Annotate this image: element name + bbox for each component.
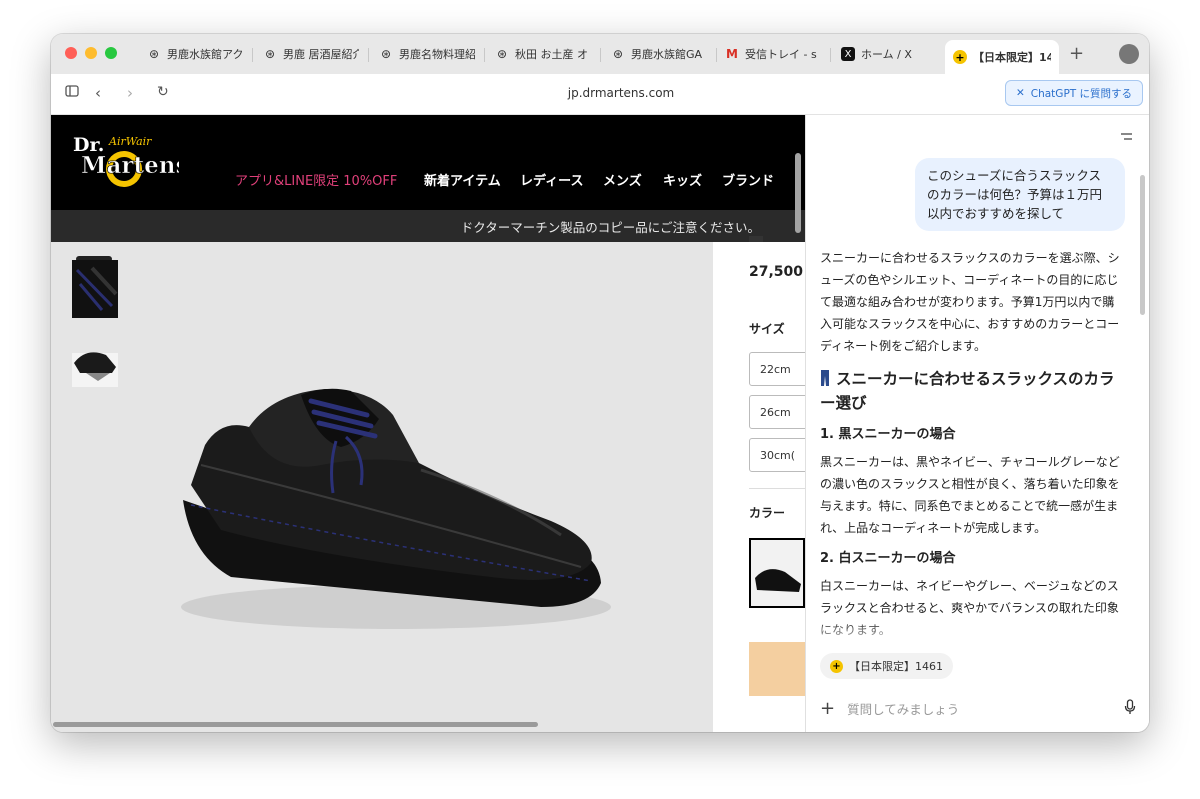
tab-7[interactable]: + 【日本限定】146	[945, 40, 1059, 74]
nav-mens[interactable]: メンズ	[603, 170, 642, 189]
tab-label: 男鹿 居酒屋紹介	[283, 48, 359, 61]
close-window-button[interactable]	[65, 47, 77, 59]
chat-input-placeholder: 質問してみましょう	[847, 701, 960, 717]
product-image	[161, 345, 621, 645]
notice-text: ドクターマーチン製品のコピー品にご注意ください。	[460, 219, 760, 235]
size-option-22[interactable]: 22cm	[749, 352, 805, 386]
ask-chatgpt-button[interactable]: ✕ ChatGPT に質問する	[1005, 80, 1143, 106]
site-header: Dr. AirWair Martens アプリ&LINE限定 10%OFF 新着…	[51, 115, 805, 210]
tab-6[interactable]: X ホーム / X	[833, 40, 937, 68]
color-label: カラー	[749, 506, 786, 520]
context-chip-label: 【日本限定】1461	[849, 660, 943, 673]
sidebar-scrollbar[interactable]	[1140, 175, 1145, 315]
tab-label: 秋田 お土産 オ	[515, 48, 588, 61]
forward-icon[interactable]: ›	[127, 84, 133, 102]
drmartens-icon: +	[953, 50, 967, 64]
thumbnail[interactable]	[72, 260, 118, 318]
openai-icon: ⊛	[148, 47, 160, 61]
jeans-icon	[820, 369, 830, 386]
nav-promo[interactable]: アプリ&LINE限定 10%OFF	[235, 170, 397, 189]
partial-title	[749, 236, 763, 242]
page-context-chip[interactable]: + 【日本限定】1461	[820, 653, 953, 679]
tab-label: 男鹿水族館GA	[631, 48, 703, 61]
product-info-panel: 27,500 サイズ 22cm 26cm 30cm( カラー	[713, 236, 805, 732]
tab-2[interactable]: ⊛ 男鹿名物料理紹	[371, 40, 483, 68]
close-icon: ✕	[1015, 87, 1025, 99]
openai-icon: ⊛	[496, 47, 508, 61]
chatgpt-sidebar: このシューズに合うスラックスのカラーは何色？予算は１万円以内でおすすめを探して …	[805, 115, 1149, 732]
tab-bar: ⊛ 男鹿水族館アク ⊛ 男鹿 居酒屋紹介 ⊛ 男鹿名物料理紹 ⊛ 秋田 お土産 …	[51, 34, 1149, 74]
assistant-answer: スニーカーに合わせるスラックスのカラーを選ぶ際、シューズの色やシルエット、コーデ…	[820, 247, 1126, 651]
tab-1[interactable]: ⊛ 男鹿 居酒屋紹介	[255, 40, 367, 68]
section1-title: 1. 黒スニーカーの場合	[820, 427, 956, 442]
profile-avatar[interactable]	[1119, 44, 1139, 64]
gmail-icon: M	[726, 47, 738, 61]
page-content: Dr. AirWair Martens アプリ&LINE限定 10%OFF 新着…	[51, 115, 805, 732]
nav-brand[interactable]: ブランド	[722, 170, 774, 189]
sidebar-toggle-icon[interactable]	[65, 84, 79, 102]
section2-title: 2. 白スニーカーの場合	[820, 551, 956, 566]
tab-4[interactable]: ⊛ 男鹿水族館GA	[603, 40, 715, 68]
openai-icon: ⊛	[380, 47, 392, 61]
user-message: このシューズに合うスラックスのカラーは何色？予算は１万円以内でおすすめを探して	[915, 158, 1125, 231]
drmartens-logo[interactable]: Dr. AirWair Martens	[69, 129, 189, 189]
section1-body: 黒スニーカーは、黒やネイビー、チャコールグレーなどの濃い色のスラックスと相性が良…	[820, 455, 1120, 535]
plus-icon[interactable]: +	[820, 698, 835, 719]
add-to-cart-button[interactable]	[749, 642, 805, 696]
scroll-fade	[806, 620, 1146, 650]
size-option-30[interactable]: 30cm(	[749, 438, 805, 472]
color-swatch-black[interactable]	[749, 538, 805, 608]
address-bar[interactable]: jp.drmartens.com	[471, 86, 771, 100]
counterfeit-notice-banner: ドクターマーチン製品のコピー品にご注意ください。	[51, 210, 805, 242]
nav-kids[interactable]: キッズ	[663, 170, 702, 189]
nav-ladies[interactable]: レディース	[520, 170, 583, 189]
reload-icon[interactable]: ↻	[157, 84, 169, 100]
browser-toolbar: ‹ › ↻ jp.drmartens.com ✕ ChatGPT に質問する	[51, 74, 1149, 115]
maximize-window-button[interactable]	[105, 47, 117, 59]
tab-label: 男鹿水族館アク	[167, 48, 243, 61]
ask-chatgpt-label: ChatGPT に質問する	[1030, 87, 1133, 100]
size-label: サイズ	[749, 322, 785, 336]
tab-label: 【日本限定】146	[973, 51, 1051, 64]
tab-label: 男鹿名物料理紹	[399, 48, 475, 61]
nav-new-arrivals[interactable]: 新着アイテム	[424, 170, 501, 189]
drmartens-icon: +	[830, 659, 843, 673]
price: 27,500	[749, 264, 804, 280]
new-tab-icon[interactable]: +	[1069, 43, 1084, 64]
tab-5[interactable]: M 受信トレイ - s	[717, 40, 829, 68]
size-option-26[interactable]: 26cm	[749, 395, 805, 429]
tab-label: ホーム / X	[861, 48, 912, 61]
back-icon[interactable]: ‹	[95, 84, 101, 102]
svg-text:AirWair: AirWair	[108, 135, 152, 148]
svg-text:Martens: Martens	[81, 152, 179, 179]
page-vertical-scrollbar[interactable]	[795, 153, 801, 233]
answer-heading: スニーカーに合わせるスラックスのカラー選び	[820, 367, 1126, 415]
microphone-icon[interactable]	[1124, 698, 1136, 718]
openai-icon: ⊛	[612, 47, 624, 61]
chat-input[interactable]: + 質問してみましょう	[820, 695, 1136, 721]
thumbnail[interactable]	[72, 343, 118, 388]
menu-icon[interactable]	[1119, 127, 1133, 146]
minimize-window-button[interactable]	[85, 47, 97, 59]
browser-window: ⊛ 男鹿水族館アク ⊛ 男鹿 居酒屋紹介 ⊛ 男鹿名物料理紹 ⊛ 秋田 お土産 …	[51, 34, 1149, 732]
tab-0[interactable]: ⊛ 男鹿水族館アク	[139, 40, 251, 68]
tab-3[interactable]: ⊛ 秋田 お土産 オ	[487, 40, 599, 68]
divider	[749, 488, 805, 489]
page-horizontal-scrollbar[interactable]	[53, 722, 538, 727]
openai-icon: ⊛	[264, 47, 276, 61]
x-icon: X	[841, 47, 855, 61]
tab-label: 受信トレイ - s	[745, 48, 817, 61]
answer-heading-text: スニーカーに合わせるスラックスのカラー選び	[820, 370, 1115, 412]
answer-intro: スニーカーに合わせるスラックスのカラーを選ぶ際、シューズの色やシルエット、コーデ…	[820, 251, 1120, 353]
